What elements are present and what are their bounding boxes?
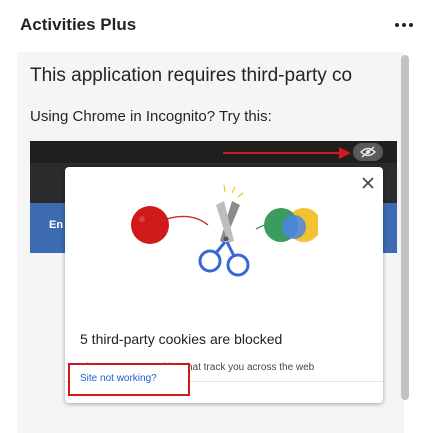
- cookies-blocked-title: 5 third-party cookies are blocked: [80, 331, 283, 347]
- page-banner-right: [383, 203, 397, 253]
- eye-off-icon: [360, 146, 376, 158]
- content-panel: This application requires third-party co…: [17, 52, 404, 433]
- scrollbar[interactable]: [401, 55, 409, 400]
- more-options-button[interactable]: [390, 14, 418, 36]
- page-heading: This application requires third-party co: [30, 65, 353, 86]
- arrow-right-icon: [223, 147, 351, 159]
- close-icon: [362, 177, 374, 189]
- tracking-protection-button[interactable]: [353, 143, 383, 161]
- app-header: Activities Plus: [0, 0, 431, 52]
- site-not-working-link[interactable]: Site not working?: [80, 373, 157, 384]
- scissors-cookie-icon: [131, 184, 318, 277]
- close-button[interactable]: [358, 173, 378, 193]
- site-not-working-highlight: Site not working?: [68, 363, 190, 396]
- page-banner-text: En: [49, 219, 64, 231]
- app-title: Activities Plus: [20, 15, 137, 34]
- more-horizontal-icon: [395, 23, 399, 27]
- incognito-hint: Using Chrome in Incognito? Try this:: [30, 108, 272, 125]
- instruction-screenshot: En 5 third-party cookies are blocked Sit…: [30, 141, 397, 433]
